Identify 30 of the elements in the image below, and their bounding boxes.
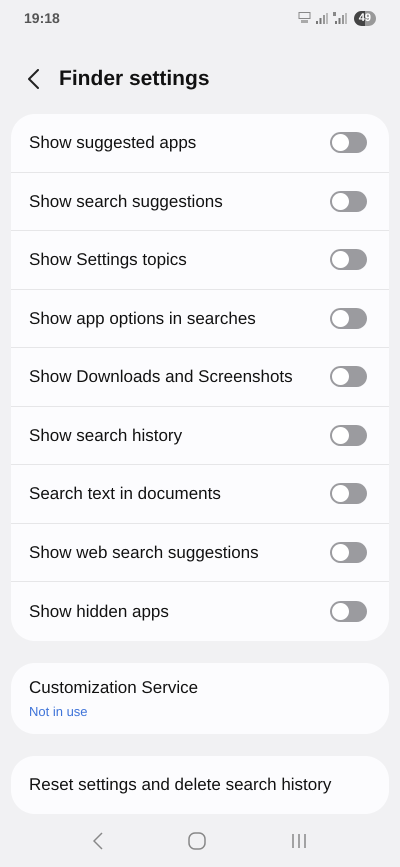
status-time: 19:18 [24, 8, 60, 28]
signal-icon [316, 12, 328, 24]
back-icon[interactable] [28, 69, 39, 89]
page-title: Finder settings [59, 66, 210, 92]
toggle-switch[interactable] [330, 424, 367, 446]
setting-label: Show suggested apps [29, 132, 196, 154]
back-nav-icon[interactable] [92, 832, 103, 850]
toggle-switch[interactable] [330, 542, 367, 563]
toggle-switch[interactable] [330, 366, 367, 388]
toggle-switch[interactable] [330, 132, 367, 154]
toggle-switch[interactable] [330, 249, 367, 270]
setting-label: Show Downloads and Screenshots [29, 366, 293, 388]
toggle-switch[interactable] [330, 600, 367, 622]
toggle-switch[interactable] [330, 483, 367, 504]
setting-label: Show web search suggestions [29, 542, 259, 564]
customization-status: Not in use [29, 703, 89, 721]
setting-label: Show hidden apps [29, 600, 169, 622]
signal-icon [332, 12, 347, 24]
customization-card[interactable]: Customization Service Not in use [11, 662, 389, 734]
setting-label: Search text in documents [29, 483, 221, 505]
setting-label: Show app options in searches [29, 308, 256, 330]
toggle-switch[interactable] [330, 190, 367, 212]
home-nav-icon[interactable] [188, 832, 206, 850]
recents-nav-icon[interactable] [291, 833, 308, 849]
customization-title: Customization Service [29, 676, 200, 698]
toggle-switch[interactable] [330, 308, 367, 329]
setting-label: Show search suggestions [29, 190, 223, 212]
battery-level: 49 [354, 10, 376, 26]
setting-label: Show search history [29, 424, 182, 446]
setting-label: Show Settings topics [29, 249, 187, 271]
